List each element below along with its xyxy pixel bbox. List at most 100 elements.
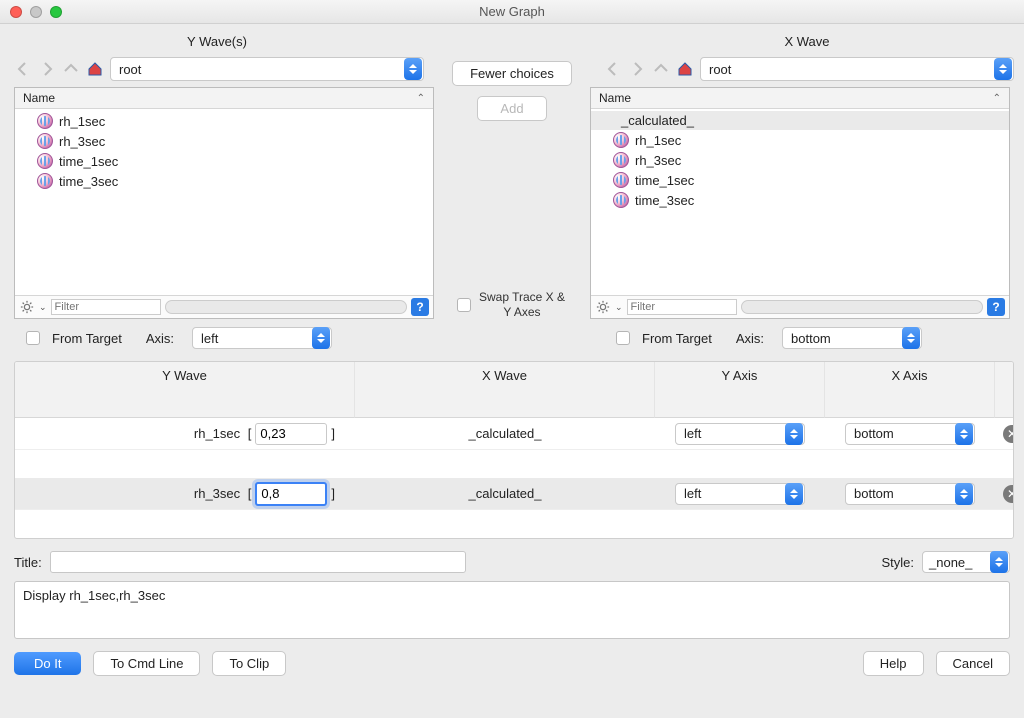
y-waves-heading: Y Wave(s) [0, 24, 434, 57]
left-folder-select[interactable]: root [110, 57, 424, 81]
trace-table: Y Wave X Wave Y Axis X Axis rh_1sec [ ] … [14, 361, 1014, 539]
right-folder-value: root [709, 62, 731, 77]
remove-row-button[interactable]: ✕ [1003, 425, 1014, 443]
y-axis-select[interactable]: left [675, 423, 805, 445]
col-x-axis-header[interactable]: X Axis [825, 362, 995, 418]
back-icon[interactable] [14, 60, 32, 78]
command-preview: Display rh_1sec,rh_3sec [14, 581, 1010, 639]
chevron-down-icon[interactable]: ⌄ [39, 302, 47, 313]
col-actions-header [995, 362, 1014, 418]
to-cmd-line-button[interactable]: To Cmd Line [93, 651, 200, 676]
x-axis-cell: bottom [825, 418, 995, 450]
forward-icon[interactable] [628, 60, 646, 78]
filter-input[interactable] [627, 299, 737, 315]
list-item[interactable]: time_1sec [15, 151, 433, 171]
list-item-label: time_1sec [59, 154, 118, 169]
wave-icon [613, 132, 629, 148]
close-window-button[interactable] [10, 6, 22, 18]
list-item[interactable]: rh_3sec [15, 131, 433, 151]
to-clip-button[interactable]: To Clip [212, 651, 286, 676]
wave-icon [37, 133, 53, 149]
name-column-header[interactable]: Name [23, 91, 55, 105]
filter-input[interactable] [51, 299, 161, 315]
list-item[interactable]: rh_1sec [15, 111, 433, 131]
minimize-window-button[interactable] [30, 6, 42, 18]
back-icon[interactable] [604, 60, 622, 78]
zoom-window-button[interactable] [50, 6, 62, 18]
cancel-button[interactable]: Cancel [936, 651, 1010, 676]
chevron-down-icon[interactable]: ⌄ [615, 302, 623, 313]
list-item[interactable]: time_1sec [591, 170, 1009, 190]
left-from-target-checkbox[interactable] [26, 331, 40, 345]
help-icon[interactable]: ? [411, 298, 429, 316]
name-column-header[interactable]: Name [599, 91, 631, 105]
x-wave-list[interactable]: _calculated_ rh_1sec rh_3sec time_1sec t… [591, 109, 1009, 295]
sort-asc-icon[interactable]: ⌃ [993, 93, 1001, 104]
x-axis-cell: bottom [825, 478, 995, 510]
up-icon[interactable] [652, 60, 670, 78]
stepper-icon [902, 327, 920, 349]
do-it-button[interactable]: Do It [14, 652, 81, 675]
table-row[interactable]: rh_3sec [ ] [15, 478, 355, 510]
slider-track[interactable] [165, 300, 407, 314]
x-wave-cell[interactable]: _calculated_ [355, 478, 655, 510]
help-icon[interactable]: ? [987, 298, 1005, 316]
stepper-icon [955, 423, 973, 445]
right-folder-select[interactable]: root [700, 57, 1014, 81]
stepper-icon [990, 551, 1008, 573]
wave-icon [37, 173, 53, 189]
home-icon[interactable] [86, 60, 104, 78]
stepper-icon [955, 483, 973, 505]
style-select[interactable]: _none_ [922, 551, 1010, 573]
wave-icon [37, 153, 53, 169]
list-item-label: time_3sec [59, 174, 118, 189]
col-y-wave-header[interactable]: Y Wave [15, 362, 355, 418]
col-y-axis-header[interactable]: Y Axis [655, 362, 825, 418]
wave-icon [613, 172, 629, 188]
table-row[interactable]: rh_1sec [ ] [15, 418, 355, 450]
range-input[interactable] [255, 482, 327, 506]
list-item-label: rh_3sec [635, 153, 681, 168]
y-wave-name: rh_1sec [194, 426, 240, 441]
range-input[interactable] [255, 423, 327, 445]
forward-icon[interactable] [38, 60, 56, 78]
left-from-target-label: From Target [52, 331, 122, 346]
style-value: _none_ [929, 555, 972, 570]
slider-track[interactable] [741, 300, 983, 314]
y-wave-name: rh_3sec [194, 486, 240, 501]
graph-title-input[interactable] [50, 551, 466, 573]
window-titlebar: New Graph [0, 0, 1024, 24]
axis-label: Axis: [146, 331, 174, 346]
list-item[interactable]: time_3sec [15, 171, 433, 191]
window-title: New Graph [0, 4, 1024, 19]
left-folder-value: root [119, 62, 141, 77]
col-x-wave-header[interactable]: X Wave [355, 362, 655, 418]
fewer-choices-button[interactable]: Fewer choices [452, 61, 572, 86]
list-item-label: rh_3sec [59, 134, 105, 149]
stepper-icon [404, 58, 422, 80]
list-item-calculated[interactable]: _calculated_ [591, 111, 1009, 130]
y-wave-list[interactable]: rh_1sec rh_3sec time_1sec time_3sec [15, 109, 433, 295]
list-item[interactable]: rh_3sec [591, 150, 1009, 170]
gear-icon[interactable] [595, 299, 611, 315]
swap-axes-checkbox[interactable] [457, 298, 471, 312]
list-item-label: rh_1sec [59, 114, 105, 129]
title-label: Title: [14, 555, 42, 570]
left-axis-select[interactable]: left [192, 327, 332, 349]
home-icon[interactable] [676, 60, 694, 78]
help-button[interactable]: Help [863, 651, 924, 676]
sort-asc-icon[interactable]: ⌃ [417, 93, 425, 104]
y-axis-select[interactable]: left [675, 483, 805, 505]
remove-row-button[interactable]: ✕ [1003, 485, 1014, 503]
x-axis-select[interactable]: bottom [845, 483, 975, 505]
up-icon[interactable] [62, 60, 80, 78]
x-wave-browser: Name ⌃ _calculated_ rh_1sec rh_3sec time_… [590, 87, 1010, 319]
x-axis-select[interactable]: bottom [845, 423, 975, 445]
list-item[interactable]: time_3sec [591, 190, 1009, 210]
wave-icon [613, 192, 629, 208]
right-from-target-checkbox[interactable] [616, 331, 630, 345]
x-wave-cell[interactable]: _calculated_ [355, 418, 655, 450]
list-item[interactable]: rh_1sec [591, 130, 1009, 150]
gear-icon[interactable] [19, 299, 35, 315]
right-axis-select[interactable]: bottom [782, 327, 922, 349]
